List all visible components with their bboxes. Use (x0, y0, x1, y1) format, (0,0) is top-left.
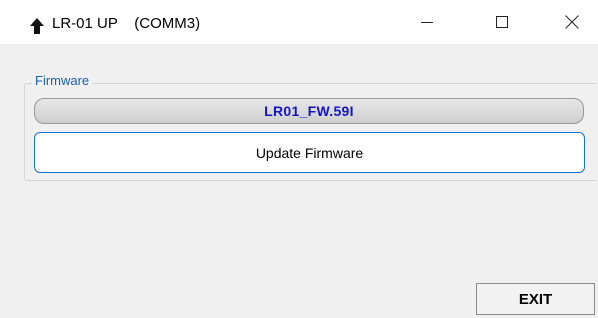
firmware-group-label: Firmware (32, 73, 93, 89)
up-arrow-icon (30, 18, 44, 34)
window-title: LR-01 UP (COMM3) (52, 15, 201, 32)
minimize-button[interactable] (404, 0, 450, 44)
close-icon (565, 15, 579, 29)
close-button[interactable] (549, 0, 595, 44)
exit-button[interactable]: EXIT (476, 283, 595, 315)
title-bar[interactable]: LR-01 UP (COMM3) (0, 0, 598, 44)
update-firmware-button[interactable]: Update Firmware (34, 132, 585, 173)
firmware-filename-field: LR01_FW.59I (34, 98, 584, 124)
minimize-icon (421, 16, 433, 28)
maximize-icon (496, 16, 508, 28)
maximize-button[interactable] (479, 0, 525, 44)
app-window: LR-01 UP (COMM3) Firmware LR01_FW.59I Up… (0, 0, 598, 318)
